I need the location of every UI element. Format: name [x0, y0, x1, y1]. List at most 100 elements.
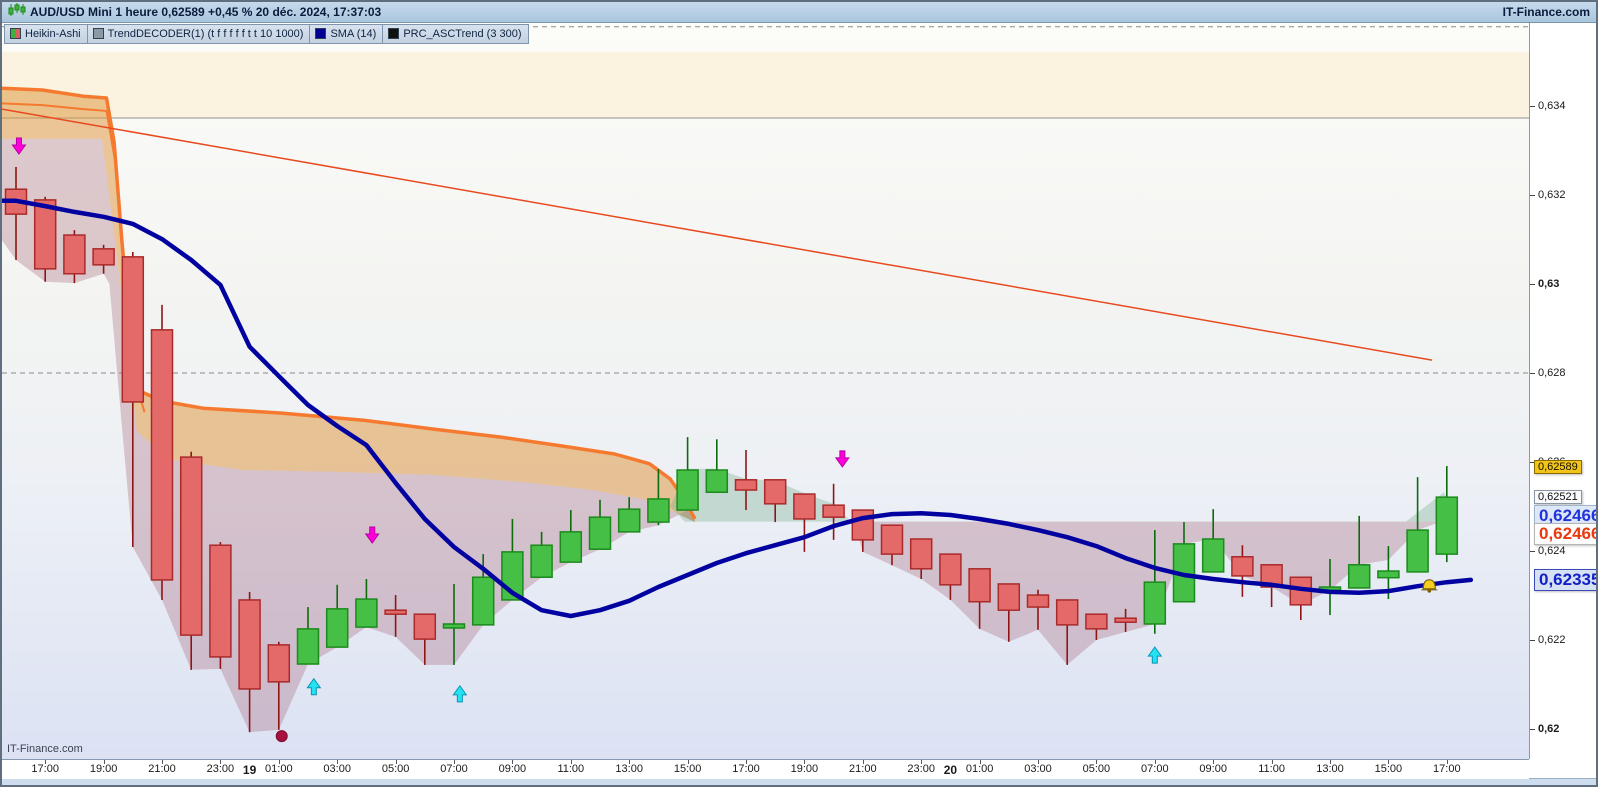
x-tick-label: 19:00 — [790, 763, 819, 775]
y-tick-mark — [1530, 106, 1535, 107]
candle-body[interactable] — [238, 599, 261, 690]
y-tick-mark — [1530, 551, 1535, 552]
candle-body[interactable] — [63, 234, 86, 275]
candle-body[interactable] — [150, 329, 174, 581]
indicator-tab-label: TrendDECODER(1) (t f f f f f t t 10 1000… — [107, 27, 304, 40]
candle-body[interactable] — [734, 479, 758, 491]
candle-body[interactable] — [355, 598, 378, 628]
candle-body[interactable] — [442, 623, 466, 629]
title-bar: AUD/USD Mini 1 heure 0,62589 +0,45 % 20 … — [2, 2, 1596, 23]
x-tick-label: 03:00 — [1024, 763, 1052, 775]
candle-body[interactable] — [851, 509, 875, 541]
candle-body[interactable] — [384, 609, 407, 615]
x-tick-label: 17:00 — [1433, 763, 1461, 775]
candle-body[interactable] — [179, 456, 203, 636]
price-chart-canvas[interactable] — [2, 23, 1529, 759]
x-tick-label: 09:00 — [498, 763, 527, 775]
indicator-toolbar: Heikin-Ashi TrendDECODER(1) (t f f f f f … — [4, 24, 529, 44]
candle-body[interactable] — [880, 524, 904, 555]
candle-body[interactable] — [267, 644, 291, 683]
y-tick-label: 0,632 — [1538, 189, 1566, 201]
x-tick-label: 09:00 — [1199, 763, 1227, 775]
candle-body[interactable] — [1026, 594, 1050, 608]
candle-body[interactable] — [471, 576, 495, 626]
x-tick-label: 11:00 — [1258, 763, 1285, 775]
x-tick-label: 13:00 — [615, 763, 643, 775]
watermark: IT-Finance.com — [7, 743, 83, 755]
candle-body[interactable] — [1377, 570, 1400, 579]
x-tick-label: 19:00 — [89, 763, 118, 775]
candle-body[interactable] — [1406, 529, 1429, 573]
x-tick-label: 05:00 — [381, 763, 410, 775]
candle-body[interactable] — [530, 544, 553, 579]
heikin-swatch-icon — [10, 28, 21, 39]
chart-window: AUD/USD Mini 1 heure 0,62589 +0,45 % 20 … — [0, 0, 1598, 787]
candle-body[interactable] — [296, 628, 320, 665]
price-axis[interactable]: 0,6340,6320,630,6280,6260,6240,6220,620,… — [1529, 23, 1596, 778]
indicator-tab-4[interactable]: PRC_ASCTrend (3 300) — [383, 24, 529, 44]
y-tick-label: 0,62 — [1538, 723, 1560, 735]
y-tick-label: 0,622 — [1538, 634, 1566, 646]
candle-body[interactable] — [939, 553, 962, 586]
brand-link[interactable]: IT-Finance.com — [1503, 5, 1590, 19]
indicator-tab-3[interactable]: SMA (14) — [310, 24, 384, 44]
black-swatch-icon — [388, 28, 400, 39]
y-tick-label: 0,628 — [1538, 367, 1566, 379]
candle-body[interactable] — [822, 504, 845, 518]
x-tick-label: 15:00 — [1374, 763, 1403, 775]
x-tick-label: 17:00 — [31, 763, 59, 775]
candle-body[interactable] — [968, 568, 991, 603]
x-day-label: 19 — [242, 763, 257, 777]
candle-body[interactable] — [997, 583, 1021, 611]
candle-body[interactable] — [33, 199, 57, 270]
x-tick-label: 03:00 — [323, 763, 351, 775]
y-tick-mark — [1530, 640, 1535, 641]
time-axis[interactable]: 17:00 19:00 21:00 23:00 19 01:00 03:00 05:00 07:… — [2, 759, 1529, 779]
price-badge-yellow: 0,62589 — [1534, 459, 1582, 474]
candle-body[interactable] — [209, 544, 232, 658]
x-tick-label: 21:00 — [148, 763, 176, 775]
candle-body[interactable] — [617, 508, 641, 533]
x-tick-label: 13:00 — [1316, 763, 1344, 775]
candle-body[interactable] — [325, 608, 349, 648]
candle-body[interactable] — [705, 469, 729, 494]
candle-body[interactable] — [92, 248, 115, 266]
candle-body[interactable] — [1231, 556, 1254, 577]
candle-body[interactable] — [588, 516, 612, 550]
price-badge-redbig: 0,62466 — [1534, 523, 1596, 546]
candle-body[interactable] — [413, 613, 437, 640]
indicator-tab-label: Heikin-Ashi — [25, 27, 81, 40]
candle-body[interactable] — [1114, 617, 1137, 623]
x-tick-label: 01:00 — [265, 763, 293, 775]
x-tick-label: 21:00 — [849, 763, 877, 775]
candle-body[interactable] — [559, 531, 583, 563]
candle-body[interactable] — [793, 493, 816, 520]
x-tick-label: 11:00 — [557, 763, 585, 775]
candle-body[interactable] — [1085, 613, 1108, 630]
candle-body[interactable] — [1055, 599, 1079, 626]
candle-body[interactable] — [1143, 581, 1167, 625]
y-tick-mark — [1530, 195, 1535, 196]
y-tick-label: 0,634 — [1538, 100, 1566, 112]
x-tick-label: 05:00 — [1082, 763, 1111, 775]
candle-body[interactable] — [909, 538, 933, 570]
candle-body[interactable] — [1201, 538, 1225, 573]
candle-body[interactable] — [676, 469, 699, 511]
x-day-label: 20 — [943, 763, 958, 777]
candle-body[interactable] — [1347, 564, 1371, 589]
axis-corner — [1529, 759, 1596, 778]
candle-body[interactable] — [647, 498, 670, 523]
y-tick-mark — [1530, 729, 1535, 730]
x-tick-label: 07:00 — [440, 763, 468, 775]
y-tick-label: 0,624 — [1538, 545, 1566, 557]
indicator-tab-1[interactable]: Heikin-Ashi — [4, 24, 88, 44]
candle-body[interactable] — [1435, 496, 1459, 555]
candle-body[interactable] — [121, 256, 145, 403]
gray-swatch-icon — [92, 28, 104, 39]
candle-body[interactable] — [763, 479, 787, 505]
x-tick-label: 01:00 — [965, 763, 994, 775]
x-tick-label: 17:00 — [732, 763, 760, 775]
blue-swatch-icon — [315, 28, 327, 39]
y-tick-mark — [1530, 284, 1535, 285]
indicator-tab-2[interactable]: TrendDECODER(1) (t f f f f f t t 10 1000… — [87, 24, 311, 44]
